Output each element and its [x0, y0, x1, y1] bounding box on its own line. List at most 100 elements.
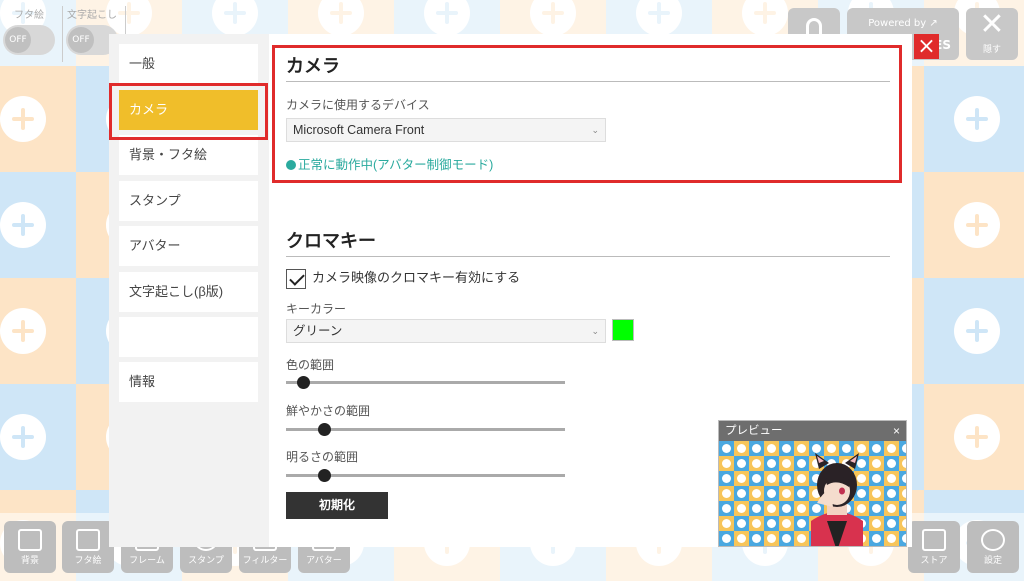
plus-icon: [902, 474, 906, 483]
preview-close-button[interactable]: ×: [893, 421, 900, 441]
preview-tile: [899, 486, 906, 501]
preview-tile: [779, 516, 794, 531]
background-tile: [924, 278, 1024, 384]
plus-icon: [887, 444, 896, 453]
chromakey-enable-row: カメラ映像のクロマキー有効にする: [286, 267, 520, 289]
preview-tile: [749, 516, 764, 531]
plus-icon: [752, 489, 761, 498]
sidebar-item-general[interactable]: 一般: [119, 44, 258, 84]
preview-header[interactable]: プレビュー ×: [719, 421, 906, 441]
preview-tile: [884, 501, 899, 516]
plus-icon: [722, 534, 731, 543]
plus-icon[interactable]: [954, 308, 1000, 354]
close-icon: ✕: [979, 7, 1005, 42]
image-icon: [18, 529, 42, 551]
slider-thumb[interactable]: [318, 469, 331, 482]
hide-button[interactable]: ✕ 隠す: [966, 8, 1018, 60]
plus-icon[interactable]: [0, 414, 46, 460]
plus-icon: [767, 519, 776, 528]
store-icon: [922, 529, 946, 551]
hue-range-label: 色の範囲: [286, 358, 335, 372]
key-color-select[interactable]: グリーン ⌄: [286, 319, 606, 343]
plus-icon[interactable]: [954, 96, 1000, 142]
preview-tile: [734, 471, 749, 486]
plus-icon: [737, 504, 746, 513]
futae-button[interactable]: フタ絵: [62, 521, 114, 573]
plus-icon[interactable]: [954, 202, 1000, 248]
preview-tile: [899, 456, 906, 471]
plus-icon: [887, 504, 896, 513]
plus-icon: [782, 489, 791, 498]
plus-icon[interactable]: [0, 96, 46, 142]
preview-tile: [749, 501, 764, 516]
plus-icon: [782, 444, 791, 453]
highlight-box: [109, 83, 268, 140]
button-label: 背景: [20, 556, 39, 566]
background-button[interactable]: 背景: [4, 521, 56, 573]
toggle-knob: OFF: [68, 27, 94, 53]
plus-icon: [782, 504, 791, 513]
plus-icon[interactable]: [0, 202, 46, 248]
sidebar-item-avatar[interactable]: アバター: [119, 226, 258, 266]
brightness-range-label: 明るさの範囲: [286, 450, 359, 464]
button-label: 設定: [983, 556, 1002, 566]
plus-icon: [902, 459, 906, 468]
plus-icon[interactable]: [954, 414, 1000, 460]
plus-icon: [767, 504, 776, 513]
plus-icon: [887, 474, 896, 483]
preview-tile: [779, 441, 794, 456]
preview-tile: [749, 471, 764, 486]
sidebar-item-info[interactable]: 情報: [119, 362, 258, 402]
plus-icon: [722, 459, 731, 468]
futae-toggle-label: フタ絵: [14, 10, 44, 21]
preview-tile: [779, 471, 794, 486]
preview-tile: [749, 456, 764, 471]
button-label: ストア: [920, 556, 948, 566]
settings-button[interactable]: 設定: [967, 521, 1019, 573]
futae-toggle[interactable]: OFF: [3, 25, 55, 55]
preview-tile: [779, 456, 794, 471]
plus-icon: [752, 459, 761, 468]
plus-icon: [767, 459, 776, 468]
preview-tile: [899, 441, 906, 456]
futae-icon: [76, 529, 100, 551]
plus-icon: [722, 519, 731, 528]
sidebar-item-transcription[interactable]: 文字起こし(β版): [119, 272, 258, 312]
select-value: グリーン: [293, 324, 343, 338]
futae-toggle-group: フタ絵 OFF: [3, 6, 55, 55]
plus-icon: [737, 474, 746, 483]
preview-tile: [764, 441, 779, 456]
gear-icon: [981, 529, 1005, 551]
chromakey-enable-checkbox[interactable]: [286, 268, 306, 289]
brightness-range-slider[interactable]: [286, 469, 565, 482]
slider-thumb[interactable]: [297, 376, 310, 389]
button-label: フィルター: [242, 556, 288, 566]
chromakey-section-title: クロマキー: [286, 231, 376, 251]
sidebar-item-stamp[interactable]: スタンプ: [119, 181, 258, 221]
preview-tile: [734, 531, 749, 546]
plus-icon: [887, 459, 896, 468]
preview-tile: [764, 501, 779, 516]
reset-button[interactable]: 初期化: [286, 492, 388, 519]
preview-tile: [884, 516, 899, 531]
chevron-down-icon: ⌄: [591, 326, 599, 336]
button-label: フレーム: [129, 556, 165, 566]
plus-icon[interactable]: [0, 308, 46, 354]
divider: [62, 6, 63, 62]
modal-close-button[interactable]: ×: [914, 34, 939, 59]
preview-tile: [764, 531, 779, 546]
plus-icon: [722, 504, 731, 513]
sidebar-item-background[interactable]: 背景・フタ絵: [119, 135, 258, 175]
sidebar-item-blank[interactable]: [119, 317, 258, 357]
preview-tile: [884, 531, 899, 546]
highlight-box: [272, 45, 902, 183]
key-color-swatch[interactable]: [612, 319, 634, 341]
hue-range-slider[interactable]: [286, 376, 565, 389]
plus-icon: [782, 519, 791, 528]
slider-thumb[interactable]: [318, 423, 331, 436]
chromakey-enable-label: カメラ映像のクロマキー有効にする: [312, 270, 521, 285]
store-button[interactable]: ストア: [908, 521, 960, 573]
background-tile: [924, 384, 1024, 490]
preview-tile: [899, 471, 906, 486]
saturation-range-slider[interactable]: [286, 423, 565, 436]
